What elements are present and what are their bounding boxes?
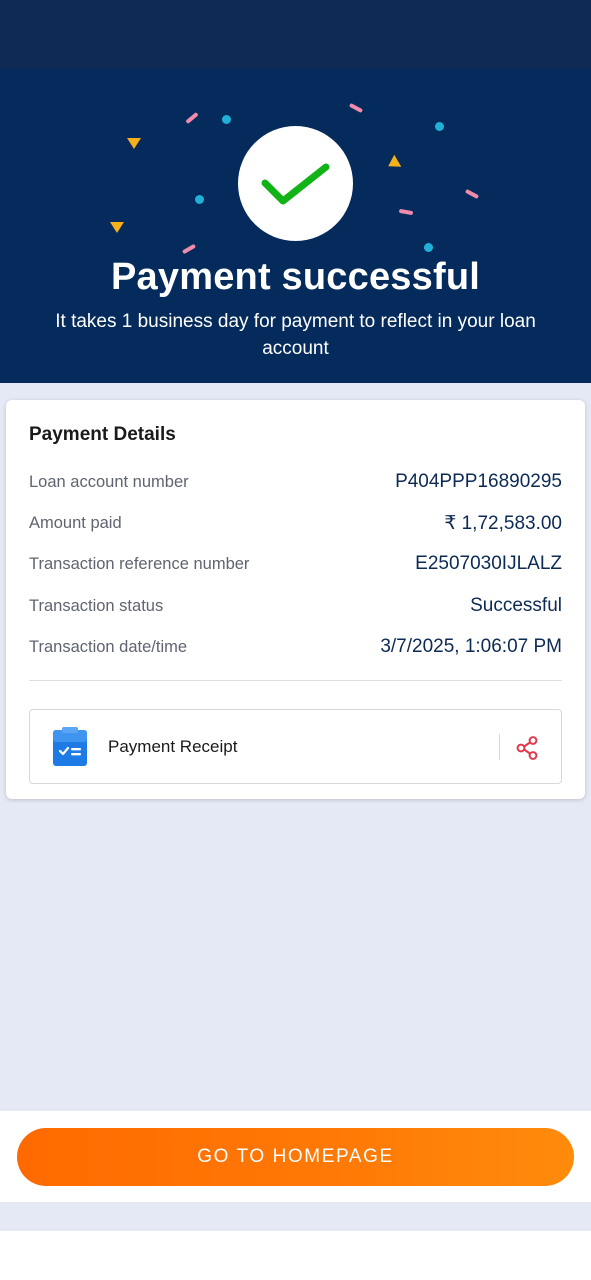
- receipt-separator: [499, 734, 500, 760]
- detail-row-amount-paid: Amount paid ₹ 1,72,583.00: [29, 511, 562, 535]
- detail-value: 3/7/2025, 1:06:07 PM: [380, 636, 562, 657]
- detail-row-loan-account: Loan account number P404PPP16890295: [29, 470, 562, 494]
- detail-label: Transaction date/time: [29, 637, 188, 656]
- checkmark-icon: [261, 163, 329, 204]
- confetti-dot: [222, 115, 231, 124]
- confetti-dash: [185, 111, 199, 125]
- confetti-dash: [398, 208, 414, 216]
- detail-label: Amount paid: [29, 513, 122, 532]
- footer-bar: GO TO HOMEPAGE: [0, 1111, 591, 1202]
- confetti-triangle: [384, 154, 402, 173]
- detail-value: E2507030IJLALZ: [415, 553, 562, 574]
- detail-value: ₹ 1,72,583.00: [444, 512, 562, 534]
- confetti-triangle: [110, 222, 124, 233]
- status-bar: [0, 0, 591, 68]
- confetti-dot: [424, 243, 433, 252]
- detail-row-transaction-reference: Transaction reference number E2507030IJL…: [29, 552, 562, 576]
- bottom-strip: [0, 1202, 591, 1231]
- detail-value: Successful: [470, 595, 562, 616]
- confetti-dash: [464, 188, 480, 200]
- detail-label: Loan account number: [29, 472, 189, 491]
- confetti-dot: [195, 195, 204, 204]
- confetti-dash: [348, 102, 364, 114]
- payment-details-card: Payment Details Loan account number P404…: [6, 400, 585, 799]
- confetti-dash: [181, 243, 197, 255]
- success-banner: Payment successful It takes 1 business d…: [0, 68, 591, 383]
- page-subtitle: It takes 1 business day for payment to r…: [55, 311, 536, 359]
- confetti-dot: [435, 122, 444, 131]
- payment-receipt-item[interactable]: Payment Receipt: [29, 709, 562, 784]
- detail-row-transaction-status: Transaction status Successful: [29, 594, 562, 618]
- card-title: Payment Details: [29, 424, 176, 445]
- detail-row-transaction-datetime: Transaction date/time 3/7/2025, 1:06:07 …: [29, 635, 562, 659]
- share-icon[interactable]: [513, 734, 541, 762]
- receipt-icon: [53, 727, 87, 766]
- success-check-badge: [238, 126, 353, 241]
- detail-label: Transaction reference number: [29, 554, 250, 573]
- page-title: Payment successful: [111, 256, 480, 298]
- detail-label: Transaction status: [29, 596, 164, 615]
- receipt-label: Payment Receipt: [108, 737, 238, 756]
- system-nav-area: [0, 1231, 591, 1280]
- confetti-triangle: [127, 138, 141, 149]
- divider: [29, 680, 562, 681]
- detail-value: P404PPP16890295: [395, 471, 562, 492]
- go-to-homepage-button[interactable]: GO TO HOMEPAGE: [17, 1128, 574, 1186]
